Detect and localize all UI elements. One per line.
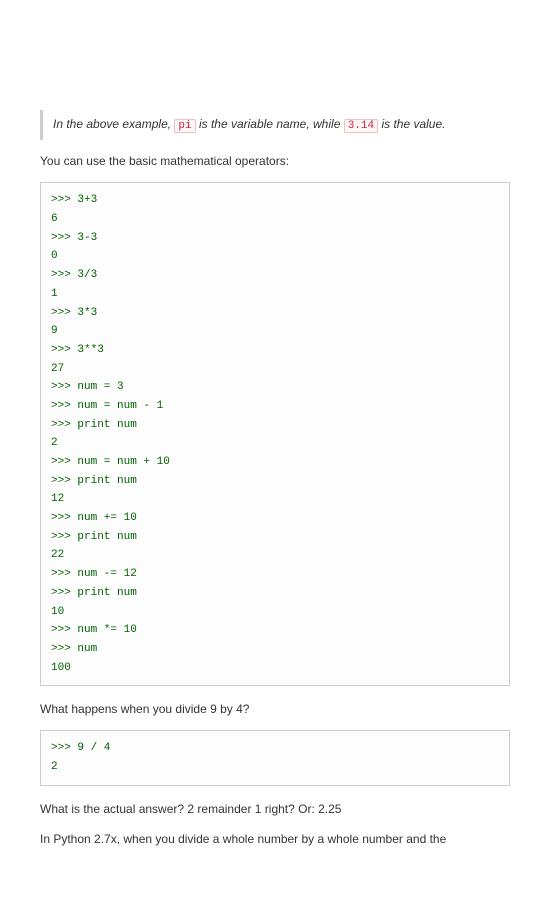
paragraph-operators-intro: You can use the basic mathematical opera… (40, 152, 510, 170)
note-callout: In the above example, pi is the variable… (40, 110, 510, 140)
code-block-operators: >>> 3+3 6 >>> 3-3 0 >>> 3/3 1 >>> 3*3 9 … (40, 182, 510, 686)
paragraph-python27-note: In Python 2.7x, when you divide a whole … (40, 830, 510, 848)
code-block-division: >>> 9 / 4 2 (40, 730, 510, 785)
inline-code-value: 3.14 (344, 119, 378, 133)
note-text-suffix: is the value. (378, 117, 445, 131)
paragraph-divide-question: What happens when you divide 9 by 4? (40, 700, 510, 718)
page-content: In the above example, pi is the variable… (0, 0, 550, 920)
inline-code-pi: pi (174, 119, 195, 133)
paragraph-answer-question: What is the actual answer? 2 remainder 1… (40, 800, 510, 818)
note-text-prefix: In the above example, (53, 117, 174, 131)
note-text-mid: is the variable name, while (196, 117, 344, 131)
